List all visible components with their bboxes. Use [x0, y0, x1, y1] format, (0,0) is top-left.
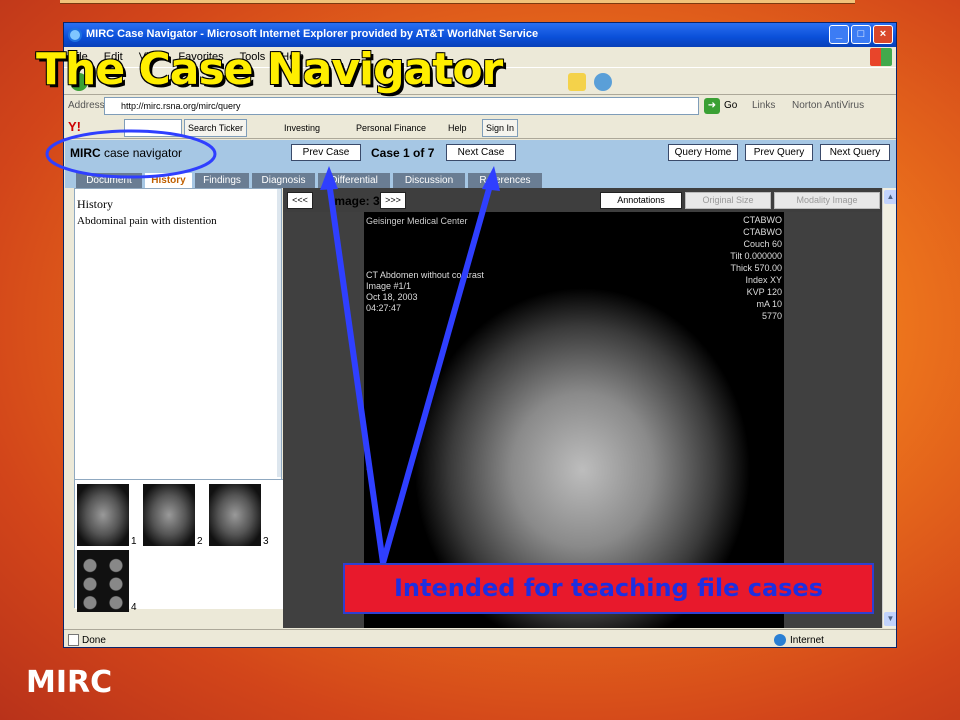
security-zone: Internet [790, 635, 824, 646]
mirc-logo: MIRC case navigator [70, 146, 183, 160]
ct-time: 04:27:47 [366, 303, 402, 313]
go-arrow-icon[interactable]: ➜ [704, 98, 720, 114]
history-heading: History [77, 197, 113, 211]
ct-param: Couch 60 [743, 239, 782, 249]
windows-logo-icon [870, 48, 892, 66]
yahoo-search-input[interactable] [124, 119, 182, 137]
ct-overlay-left: CT Abdomen without contrast Image #1/1 O… [366, 270, 484, 314]
address-label: Address [68, 100, 105, 111]
history-text: Abdominal pain with distention [77, 215, 217, 227]
address-input[interactable]: http://mirc.rsna.org/mirc/query [104, 97, 699, 115]
yahoo-toolbar: Y! Search Ticker Investing Personal Fina… [64, 117, 896, 139]
annotations-button[interactable]: Annotations [600, 192, 682, 209]
scroll-down-icon[interactable]: ▼ [884, 612, 896, 626]
ct-study: CT Abdomen without contrast [366, 270, 484, 280]
ct-param: Thick 570.00 [730, 263, 782, 273]
messenger-icon[interactable] [594, 73, 612, 91]
top-rule [60, 0, 855, 4]
previous-image-button[interactable]: <<< [287, 192, 313, 209]
internet-globe-icon [774, 634, 786, 646]
thumbnail-image-3[interactable] [209, 484, 261, 546]
footer-brand: MIRC [26, 665, 113, 700]
ct-param: 5770 [761, 311, 782, 321]
thumbnail-number: 2 [197, 536, 203, 547]
links-button[interactable]: Links [752, 100, 775, 111]
next-case-button[interactable]: Next Case [446, 144, 516, 161]
ct-param: CTABWO [743, 227, 782, 237]
image-viewer: <<< Image: 3 >>> Annotations Original Si… [283, 188, 882, 628]
ct-institution: Geisinger Medical Center [366, 216, 468, 226]
prev-query-button[interactable]: Prev Query [745, 144, 813, 161]
next-image-button[interactable]: >>> [380, 192, 406, 209]
search-ticker-button[interactable]: Search Ticker [184, 119, 248, 137]
close-button[interactable]: × [873, 25, 893, 44]
maximize-button[interactable]: □ [851, 25, 871, 44]
teaching-callout: Intended for teaching file cases [343, 563, 874, 614]
next-query-button[interactable]: Next Query [820, 144, 890, 161]
status-text: Done [82, 635, 106, 646]
original-size-button[interactable]: Original Size [685, 192, 771, 209]
help-link[interactable]: Help [448, 123, 467, 133]
address-bar: Address http://mirc.rsna.org/mirc/query … [64, 95, 896, 117]
image-number: Image: 3 [331, 194, 380, 208]
prev-case-button[interactable]: Prev Case [291, 144, 361, 161]
ct-param: KVP 120 [746, 287, 782, 297]
ct-image-number: Image #1/1 [366, 281, 412, 291]
viewer-toolbar: <<< Image: 3 >>> Annotations Original Si… [283, 188, 882, 212]
page-icon [68, 634, 79, 646]
sign-in-button[interactable]: Sign In [482, 119, 519, 137]
tab-findings[interactable]: Findings [195, 173, 249, 188]
thumbnail-image-2[interactable] [143, 484, 195, 546]
thumbnail-number: 3 [263, 536, 269, 547]
status-bar: Done Internet [64, 629, 896, 647]
ct-orientation-marker: R [366, 462, 373, 472]
tab-discussion[interactable]: Discussion [393, 173, 465, 188]
minimize-button[interactable]: _ [829, 25, 849, 44]
investing-link[interactable]: Investing [284, 123, 320, 133]
tab-differential[interactable]: Differential [318, 173, 390, 188]
ct-date: Oct 18, 2003 [366, 292, 418, 302]
tab-references[interactable]: References [468, 173, 542, 188]
case-counter: Case 1 of 7 [371, 146, 435, 160]
scroll-up-icon[interactable]: ▲ [884, 190, 896, 204]
norton-antivirus-button[interactable]: Norton AntiVirus [792, 100, 864, 111]
ct-param: mA 10 [756, 299, 782, 309]
ct-param: Index XY [745, 275, 782, 285]
personal-finance-link[interactable]: Personal Finance [356, 123, 426, 133]
query-home-button[interactable]: Query Home [668, 144, 738, 161]
tab-history[interactable]: History [145, 173, 192, 188]
thumbnail-image-4[interactable] [77, 550, 129, 612]
thumbnail-number: 4 [131, 602, 137, 613]
thumbnail-strip: 1 2 3 4 [75, 479, 283, 613]
slide-title: The Case Navigator [36, 44, 503, 95]
modality-image-button[interactable]: Modality Image [774, 192, 880, 209]
tab-diagnosis[interactable]: Diagnosis [252, 173, 315, 188]
case-tabs: Document History Findings Diagnosis Diff… [65, 164, 896, 188]
ct-param: Tilt 0.000000 [730, 251, 782, 261]
thumbnail-number: 1 [131, 536, 137, 547]
history-panel: History Abdominal pain with distention 1… [74, 188, 283, 613]
yahoo-logo-icon[interactable]: Y! [68, 119, 81, 134]
ct-param: CTABWO [743, 215, 782, 225]
browser-window: MIRC Case Navigator - Microsoft Internet… [63, 22, 897, 648]
folder-icon[interactable] [568, 73, 586, 91]
window-title: MIRC Case Navigator - Microsoft Internet… [86, 28, 539, 40]
internet-explorer-icon [68, 28, 82, 42]
history-scrollbar[interactable] [277, 189, 281, 477]
ct-overlay-right: CTABWO CTABWO Couch 60 Tilt 0.000000 Thi… [730, 214, 782, 322]
page-scrollbar[interactable]: ▲ ▼ [882, 188, 896, 628]
go-button[interactable]: Go [724, 100, 737, 111]
tab-document[interactable]: Document [76, 173, 142, 188]
case-navigator-header: MIRC case navigator Prev Case Case 1 of … [65, 140, 896, 164]
thumbnail-image-1[interactable] [77, 484, 129, 546]
